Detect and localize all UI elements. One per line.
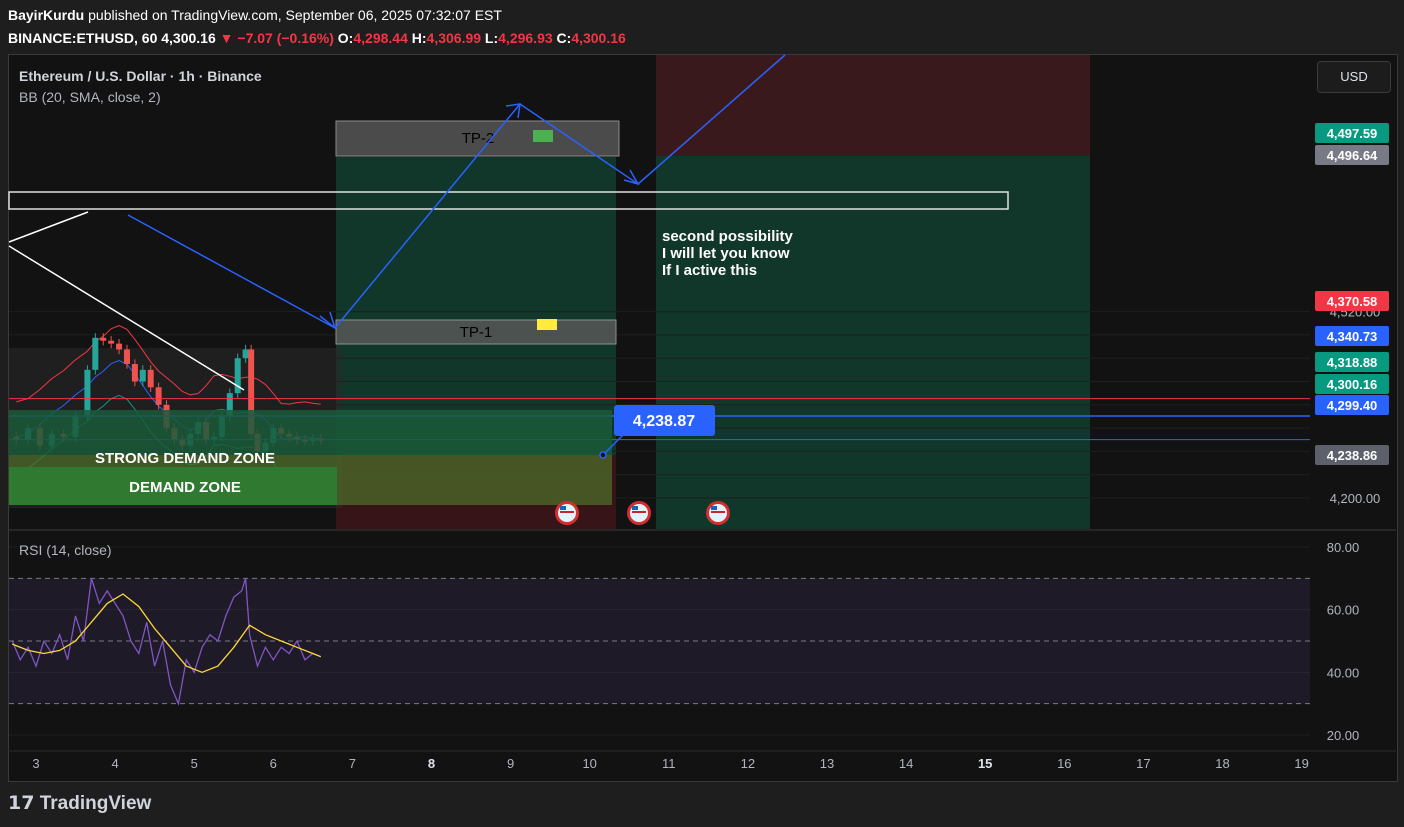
price-tick-0: 4,200.00 [1330, 491, 1381, 506]
rsi-legend[interactable]: RSI (14, close) [19, 542, 112, 558]
us-flag-stripe-2 [711, 511, 725, 513]
time-tick-16: 16 [1057, 756, 1071, 771]
note-line-3: If I active this [662, 262, 757, 279]
price-label-3: 4,340.73 [1327, 329, 1378, 344]
tp2-flag-icon [533, 130, 553, 142]
candle-body-9 [108, 340, 115, 344]
descending-trendline [127, 214, 336, 329]
candle-body-13 [139, 369, 146, 382]
demand-zone-label: DEMAND ZONE [129, 479, 241, 496]
callout-value: 4,238.87 [633, 413, 695, 430]
us-flag-canton-0 [560, 506, 566, 510]
rsi-tick-3: 20.00 [1327, 728, 1360, 743]
candle-body-11 [123, 349, 130, 365]
candle-body-26 [242, 349, 249, 359]
tradingview-logo: 𝟭𝟳 TradingView [8, 792, 151, 815]
time-tick-8: 8 [428, 756, 435, 771]
note-line-1: second possibility [662, 228, 794, 245]
us-flag-canton-2 [711, 506, 717, 510]
price-label-6: 4,299.40 [1327, 398, 1378, 413]
second-profit-zone [656, 156, 1090, 529]
tp2-profit-zone [336, 157, 616, 301]
callout-anchor [599, 451, 607, 459]
rsi-tick-1: 60.00 [1327, 603, 1360, 618]
price-label-1: 4,496.64 [1327, 148, 1378, 163]
candle-body-10 [116, 343, 123, 350]
rsi-tick-0: 80.00 [1327, 540, 1360, 555]
tradingview-logo-icon: 𝟭𝟳 [8, 793, 35, 814]
candle-body-15 [155, 387, 162, 405]
price-label-4: 4,318.88 [1327, 355, 1378, 370]
candle-body-14 [147, 369, 154, 388]
time-tick-4: 4 [111, 756, 118, 771]
tradingview-brand: TradingView [39, 793, 152, 814]
bollinger-legend[interactable]: BB (20, SMA, close, 2) [19, 89, 161, 105]
price-label-2: 4,370.58 [1327, 294, 1378, 309]
price-label-0: 4,497.59 [1327, 126, 1378, 141]
time-tick-6: 6 [270, 756, 277, 771]
strong-demand-zone-label: STRONG DEMAND ZONE [95, 450, 275, 467]
chart-legend-title[interactable]: Ethereum / U.S. Dollar · 1h · Binance [19, 68, 262, 84]
time-tick-3: 3 [32, 756, 39, 771]
trendline-arrowhead [319, 311, 337, 331]
currency-button[interactable]: USD [1317, 61, 1391, 93]
tp1-flag-icon [537, 319, 557, 330]
time-tick-14: 14 [899, 756, 913, 771]
tp1-label: TP-1 [460, 324, 493, 341]
time-tick-18: 18 [1215, 756, 1229, 771]
time-tick-19: 19 [1294, 756, 1308, 771]
candle-body-6 [84, 369, 91, 417]
time-tick-12: 12 [741, 756, 755, 771]
candle-body-12 [131, 364, 138, 382]
strong-demand-zone [9, 410, 612, 455]
candle-body-8 [100, 337, 107, 341]
time-tick-15: 15 [978, 756, 992, 771]
time-tick-13: 13 [820, 756, 834, 771]
chart-canvas[interactable]: TP-2 TP-1 STRONG DEMAND ZONE DEMAND ZONE sec… [0, 0, 1404, 827]
rsi-tick-2: 40.00 [1327, 665, 1360, 680]
tp2-label: TP-2 [462, 130, 495, 147]
candle-body-7 [92, 337, 99, 370]
time-tick-7: 7 [349, 756, 356, 771]
price-label-5: 4,300.16 [1327, 377, 1378, 392]
time-tick-11: 11 [662, 756, 676, 771]
price-label-7: 4,238.86 [1327, 448, 1378, 463]
second-risk-zone [656, 55, 1090, 156]
note-line-2: I will let you know [662, 245, 790, 262]
time-tick-17: 17 [1136, 756, 1150, 771]
channel-trendline-upper [8, 211, 89, 243]
time-tick-5: 5 [191, 756, 198, 771]
us-flag-canton-1 [632, 506, 638, 510]
us-flag-stripe-1 [632, 511, 646, 513]
time-tick-9: 9 [507, 756, 514, 771]
time-tick-10: 10 [582, 756, 596, 771]
us-flag-stripe-0 [560, 511, 574, 513]
